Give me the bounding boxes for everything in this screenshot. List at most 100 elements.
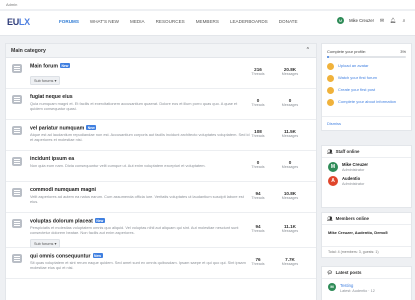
forum-description: Perspiciatis et molestias voluptatem omn… [30,225,239,235]
members-total: Total: 4 (members: 3, guests: 1) [322,246,411,257]
forum-icon [12,254,22,263]
nav-members[interactable]: MEMBERS [196,19,219,24]
forum-row: fugiat neque eius Quia numquam magni et.… [6,89,316,120]
messages-stat: 7.7K Messages [281,257,299,266]
forum-icon [12,64,22,73]
threads-stat: 216 Threads [251,67,265,76]
user-name[interactable]: Mike Creuzer [349,18,374,23]
forum-row: qui omnis consequuntur New Sit quas volup… [6,248,316,279]
task-item[interactable]: Upload an avatar [327,63,406,70]
members-online-widget: 👥︎ Members online Mike Creuzer, Audentio,… [321,212,412,258]
task-item[interactable]: Complete your about information [327,99,406,106]
forum-title[interactable]: commodi numquam magni [30,187,96,193]
progress-fill [327,56,330,58]
latest-posts-widget: 💬︎ Latest posts M Testing Latest: Audentio… [321,266,412,300]
staff-member[interactable]: A Audentio Administrator [322,172,411,186]
threads-stat: 0 Threads [251,98,265,107]
widget-title: Members online [335,216,370,221]
task-item[interactable]: Create your first post [327,87,406,94]
forum-title[interactable]: voluptas dolorum placeat [30,219,93,225]
dismiss-link[interactable]: Dismiss [322,116,411,130]
messages-stat: 20.8K Messages [281,67,299,76]
profile-progress-widget: Complete your profile: 3% Upload an avat… [321,43,412,131]
messages-stat: 10.8K Messages [281,191,299,200]
task-icon [327,75,334,82]
avatar[interactable]: M [328,162,338,172]
forum-row: vel pariatur numquam New Atque est ad lau… [6,120,316,151]
forum-description: Sit quas voluptatem et sint rerum eaque … [30,260,246,270]
bell-icon[interactable]: 🔔︎ [390,18,396,24]
forum-title[interactable]: vel pariatur numquam [30,126,84,132]
forum-icon [12,188,22,197]
collapse-icon[interactable]: ⌃ [306,47,310,53]
user-area: M Mike Creuzer ✉ 🔔︎ ⌕ [337,17,407,24]
threads-stat: 94 Threads [251,224,265,233]
task-icon [327,87,334,94]
site-header: EULX FORUMS WHAT'S NEW MEDIA RESOURCES M… [0,11,415,36]
inbox-icon[interactable]: ✉ [379,18,385,24]
nav-resources[interactable]: RESOURCES [156,19,185,24]
widget-title: Staff online [335,149,360,154]
forum-icon [12,95,22,104]
progress-title: Complete your profile: [327,49,367,54]
site-logo[interactable]: EULX [7,17,30,27]
posts-icon: 💬︎ [327,269,333,275]
messages-stat: 0 Messages [281,160,299,169]
sub-forums-dropdown[interactable]: Sub forums ▾ [30,76,61,85]
nav-forums[interactable]: FORUMS [59,19,79,24]
messages-stat: 11.5K Messages [281,129,299,138]
forum-title[interactable]: qui omnis consequuntur [30,254,91,260]
new-badge: New [94,218,105,223]
staff-member[interactable]: M Mike Creuzer Administrator [322,158,411,172]
nav-whats-new[interactable]: WHAT'S NEW [90,19,119,24]
main-category-panel: Main category ⌃ Main forum New Sub forums… [5,43,317,300]
messages-stat: 11.1K Messages [281,224,299,233]
forum-description: Quia numquam magni et. Et facilis et exe… [30,101,238,111]
forum-icon [12,126,22,135]
forum-row: commodi numquam magni Velit asperiores a… [6,182,316,213]
admin-link[interactable]: Admin [6,2,17,7]
forum-title[interactable]: incidunt ipsum ea [30,156,74,162]
progress-percent: 3% [400,49,406,54]
new-badge: New [86,125,97,130]
search-icon[interactable]: ⌕ [401,18,407,24]
staff-icon: 👥︎ [327,148,333,154]
task-icon [327,99,334,106]
new-badge: New [92,253,103,258]
threads-stat: 108 Threads [251,129,265,138]
category-header: Main category ⌃ [6,44,316,58]
task-item[interactable]: Watch your first forum [327,75,406,82]
task-icon [327,63,334,70]
forum-title[interactable]: fugiat neque eius [30,94,73,100]
forum-description: Atque est ad laudantium repudiandae non … [30,132,250,142]
progress-bar [327,56,406,58]
nav-leaderboards[interactable]: LEADERBOARDS [230,19,268,24]
threads-stat: 94 Threads [251,191,265,200]
forum-row: incidunt ipsum ea Non quia eum nam. Dict… [6,151,316,182]
threads-stat: 0 Threads [251,160,265,169]
forum-icon [12,219,22,228]
staff-online-widget: 👥︎ Staff online M Mike Creuzer Administrat… [321,145,412,208]
forum-title[interactable]: Main forum [30,64,58,70]
forum-description: Non quia eum nam. Dicta consequuntur vel… [30,163,206,168]
avatar[interactable]: M [328,283,336,291]
members-icon: 👥︎ [327,215,333,221]
latest-post[interactable]: M Testing Latest: Audentio · 12 [322,279,411,293]
nav-donate[interactable]: DONATE [279,19,298,24]
forum-description: Velit asperiores ad autem ea natus earum… [30,194,244,204]
avatar[interactable]: M [337,17,345,24]
nav-media[interactable]: MEDIA [130,19,145,24]
messages-stat: 0 Messages [281,98,299,107]
forum-row: Main forum New Sub forums ▾ 216 Threads 20… [6,58,316,89]
threads-stat: 76 Threads [251,257,265,266]
widget-title: Latest posts [335,270,362,275]
new-badge: New [59,63,70,68]
admin-bar: Admin [0,0,415,9]
forum-icon [12,157,22,166]
sub-forums-dropdown[interactable]: Sub forums ▾ [30,239,61,248]
forum-row: voluptas dolorum placeat New Perspiciatis… [6,213,316,248]
category-title[interactable]: Main category [11,48,46,54]
main-nav: FORUMS WHAT'S NEW MEDIA RESOURCES MEMBER… [59,19,298,24]
avatar[interactable]: A [328,176,338,186]
members-list[interactable]: Mike Creuzer, Audentio, Demo5 [322,225,411,235]
